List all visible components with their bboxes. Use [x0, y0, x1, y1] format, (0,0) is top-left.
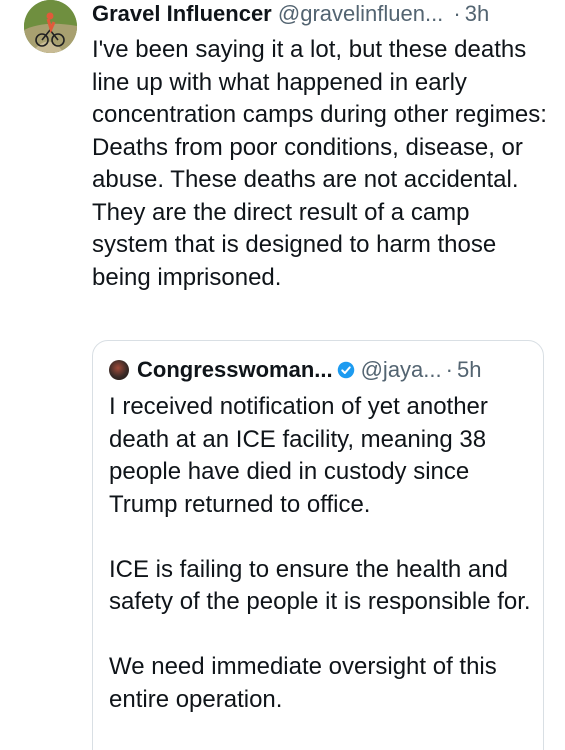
post[interactable]: Gravel Influencer @gravelinfluen... · 3h …	[0, 0, 565, 750]
author-avatar[interactable]	[24, 0, 77, 53]
quoted-author-handle[interactable]: @jaya...	[361, 356, 442, 384]
quoted-post-timestamp[interactable]: 5h	[457, 356, 481, 384]
author-handle[interactable]: @gravelinfluen...	[278, 1, 443, 26]
quoted-post-body: I received notification of yet another d…	[109, 391, 534, 749]
header-separator: ·	[453, 1, 461, 26]
quoted-paragraph: I received notification of yet another d…	[109, 393, 488, 518]
quoted-author-name[interactable]: Congresswoman...	[137, 356, 333, 384]
quoted-paragraph: We need immediate oversight of this enti…	[109, 653, 497, 713]
post-header: Gravel Influencer @gravelinfluen... · 3h	[92, 0, 552, 30]
post-text: I've been saying it a lot, but these dea…	[92, 36, 547, 291]
quoted-paragraph: ICE is failing to ensure the health and …	[109, 555, 531, 616]
author-name[interactable]: Gravel Influencer	[92, 1, 272, 26]
quoted-post-header: Congresswoman... @jaya... · 5h	[109, 355, 529, 385]
quoted-author-avatar[interactable]	[109, 360, 129, 380]
quoted-post[interactable]: Congresswoman... @jaya... · 5h I received…	[92, 340, 544, 750]
quoted-header-separator: ·	[445, 357, 453, 382]
post-timestamp[interactable]: 3h	[465, 1, 489, 26]
verified-badge-icon	[337, 361, 354, 379]
cyclist-avatar-icon	[24, 0, 77, 53]
